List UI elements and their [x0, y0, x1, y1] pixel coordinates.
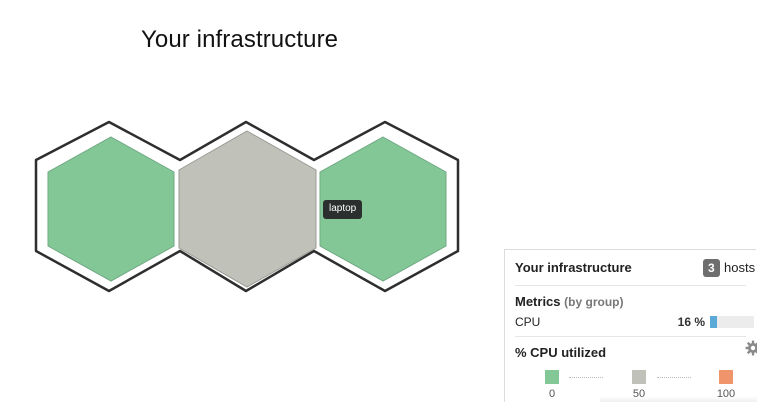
legend-swatch-high	[719, 370, 733, 384]
gear-icon[interactable]	[745, 340, 757, 356]
scroll-fade	[600, 396, 757, 402]
metrics-heading: Metrics (by group)	[515, 294, 623, 309]
legend-swatch-low	[545, 370, 559, 384]
metrics-title: Metrics	[515, 294, 561, 309]
legend-section: % CPU utilized 0 50 100	[515, 337, 746, 403]
host-hexmap	[0, 0, 470, 310]
host-count-badge: 3	[703, 259, 720, 277]
metric-bar	[710, 316, 754, 328]
metric-name: CPU	[515, 315, 540, 329]
host-count-label: hosts	[724, 260, 755, 275]
metric-bar-fill	[710, 316, 717, 328]
metrics-section: Metrics (by group) CPU 16 %	[515, 286, 746, 337]
legend-heading: % CPU utilized	[515, 345, 606, 360]
panel-title: Your infrastructure	[515, 260, 632, 275]
legend-swatch-mid	[632, 370, 646, 384]
legend-connector	[657, 377, 691, 378]
host-tooltip: laptop	[323, 200, 362, 219]
metric-value: 16 %	[665, 315, 705, 329]
legend-connector	[569, 377, 603, 378]
metrics-grouping: (by group)	[564, 295, 623, 309]
infrastructure-panel: Your infrastructure 3 hosts Metrics (by …	[504, 249, 756, 402]
panel-header: Your infrastructure 3 hosts	[515, 250, 746, 286]
legend-label-low: 0	[537, 388, 567, 400]
